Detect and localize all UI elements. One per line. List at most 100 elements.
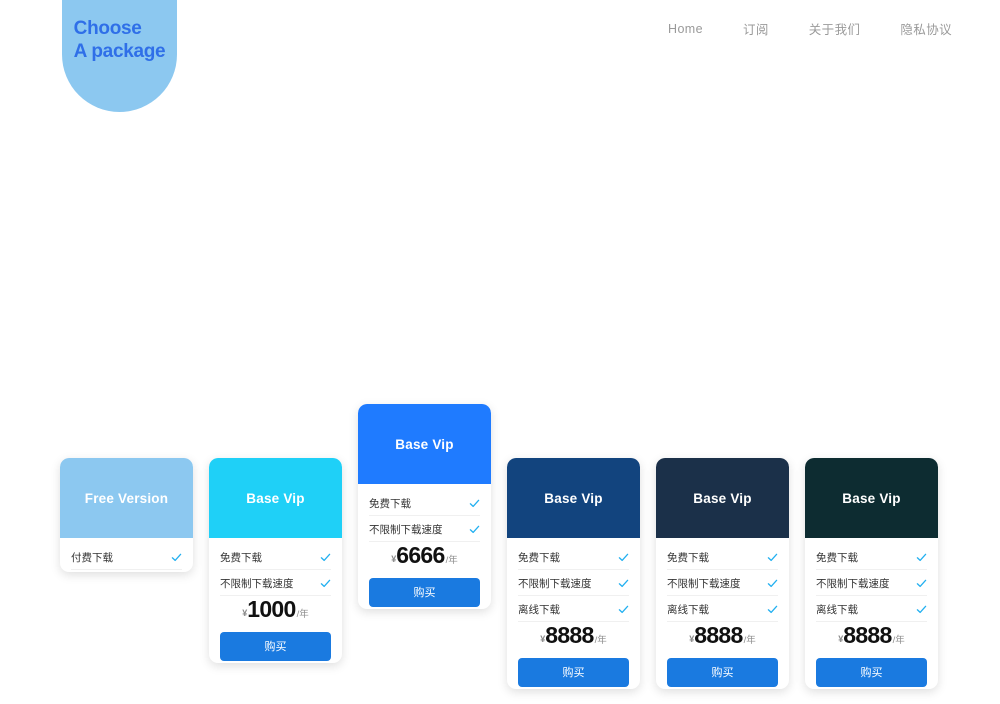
feature-label: 离线下载 — [667, 603, 709, 616]
price-block: ¥8888/年 购买 — [518, 622, 629, 689]
check-icon — [916, 604, 927, 615]
feature-row: 不限制下载速度 — [816, 570, 927, 596]
price-line: ¥1000/年 — [220, 596, 331, 623]
card-body: 免费下载 不限制下载速度 离线下载 ¥8888/年 购买 — [507, 538, 640, 689]
price-period: /年 — [892, 635, 905, 646]
buy-button[interactable]: 购买 — [220, 632, 331, 661]
feature-row: 不限制下载速度 — [369, 516, 480, 542]
price-line: ¥8888/年 — [518, 622, 629, 649]
pricing-card[interactable]: Free Version 付费下载 — [60, 458, 193, 572]
feature-list: 免费下载不限制下载速度 离线下载 — [816, 544, 927, 622]
check-icon — [916, 552, 927, 563]
price-line: ¥6666/年 — [369, 542, 480, 569]
logo-badge[interactable]: Choose A package — [62, 0, 177, 112]
feature-label: 免费下载 — [220, 551, 262, 564]
check-icon — [618, 552, 629, 563]
feature-row: 付费下载 — [71, 544, 182, 570]
pricing-card[interactable]: Base Vip 免费下载 不限制下载速度 ¥6666/年 购买 — [358, 404, 491, 609]
price-amount: 8888 — [694, 622, 743, 648]
feature-label: 免费下载 — [667, 551, 709, 564]
nav-item-about[interactable]: 关于我们 — [809, 19, 861, 38]
feature-row: 离线下载 — [816, 596, 927, 622]
card-body: 付费下载 — [60, 538, 193, 572]
nav-item-privacy[interactable]: 隐私协议 — [900, 19, 952, 38]
card-body: 免费下载 不限制下载速度 离线下载 ¥8888/年 购买 — [656, 538, 789, 689]
feature-label: 免费下载 — [518, 551, 560, 564]
card-header: Base Vip — [507, 458, 640, 538]
feature-label: 离线下载 — [518, 603, 560, 616]
buy-button[interactable]: 购买 — [369, 578, 480, 607]
card-header: Base Vip — [209, 458, 342, 538]
currency-symbol: ¥ — [689, 634, 695, 644]
buy-button[interactable]: 购买 — [816, 658, 927, 687]
feature-label: 不限制下载速度 — [220, 577, 294, 590]
card-title: Base Vip — [544, 490, 603, 506]
card-title: Base Vip — [842, 490, 901, 506]
feature-list: 免费下载不限制下载速度 — [369, 490, 480, 542]
price-period: /年 — [743, 635, 756, 646]
check-icon — [767, 604, 778, 615]
buy-button[interactable]: 购买 — [667, 658, 778, 687]
feature-label: 付费下载 — [71, 551, 113, 564]
pricing-card[interactable]: Base Vip 免费下载 不限制下载速度 离线下载 ¥8888/年 购买 — [507, 458, 640, 689]
check-icon — [171, 552, 182, 563]
card-title: Base Vip — [693, 490, 752, 506]
price-line: ¥8888/年 — [667, 622, 778, 649]
card-body: 免费下载 不限制下载速度 离线下载 ¥8888/年 购买 — [805, 538, 938, 689]
check-icon — [469, 498, 480, 509]
price-amount: 8888 — [843, 622, 892, 648]
card-body: 免费下载 不限制下载速度 ¥6666/年 购买 — [358, 484, 491, 609]
price-block: ¥6666/年 购买 — [369, 542, 480, 609]
card-header: Free Version — [60, 458, 193, 538]
currency-symbol: ¥ — [242, 608, 248, 618]
card-body: 免费下载 不限制下载速度 ¥1000/年 购买 — [209, 538, 342, 663]
pricing-card[interactable]: Base Vip 免费下载 不限制下载速度 离线下载 ¥8888/年 购买 — [805, 458, 938, 689]
feature-row: 不限制下载速度 — [220, 570, 331, 596]
nav-item-subscribe[interactable]: 订阅 — [743, 19, 769, 38]
feature-label: 离线下载 — [816, 603, 858, 616]
card-header: Base Vip — [656, 458, 789, 538]
feature-row: 不限制下载速度 — [667, 570, 778, 596]
site-header: Choose A package Home 订阅 关于我们 隐私协议 — [0, 0, 1000, 115]
check-icon — [618, 578, 629, 589]
price-amount: 6666 — [396, 542, 445, 568]
check-icon — [320, 578, 331, 589]
price-block: ¥8888/年 购买 — [667, 622, 778, 689]
pricing-card[interactable]: Base Vip 免费下载 不限制下载速度 ¥1000/年 购买 — [209, 458, 342, 663]
check-icon — [320, 552, 331, 563]
feature-label: 不限制下载速度 — [816, 577, 890, 590]
check-icon — [469, 524, 480, 535]
feature-label: 免费下载 — [816, 551, 858, 564]
pricing-card[interactable]: Base Vip 免费下载 不限制下载速度 离线下载 ¥8888/年 购买 — [656, 458, 789, 689]
price-period: /年 — [445, 555, 458, 566]
currency-symbol: ¥ — [540, 634, 546, 644]
nav-item-home[interactable]: Home — [668, 22, 703, 36]
price-block: ¥8888/年购买 — [816, 622, 927, 689]
feature-list: 免费下载不限制下载速度 离线下载 — [667, 544, 778, 622]
feature-label: 不限制下载速度 — [667, 577, 741, 590]
feature-label: 不限制下载速度 — [369, 523, 443, 536]
pricing-card-row: Free Version 付费下载 Base Vip 免费下载 不限制下载速度 ¥1000… — [60, 404, 1000, 704]
check-icon — [618, 604, 629, 615]
price-period: /年 — [594, 635, 607, 646]
feature-row: 免费下载 — [816, 544, 927, 570]
price-block: ¥1000/年 购买 — [220, 596, 331, 663]
feature-list: 免费下载不限制下载速度 — [220, 544, 331, 596]
feature-row: 离线下载 — [518, 596, 629, 622]
feature-label: 不限制下载速度 — [518, 577, 592, 590]
price-block — [71, 570, 182, 572]
buy-button[interactable]: 购买 — [518, 658, 629, 687]
feature-list: 免费下载不限制下载速度 离线下载 — [518, 544, 629, 622]
check-icon — [767, 578, 778, 589]
feature-row: 免费下载 — [667, 544, 778, 570]
feature-row: 免费下载 — [518, 544, 629, 570]
card-title: Base Vip — [395, 436, 454, 452]
feature-list: 付费下载 — [71, 544, 182, 570]
card-title: Base Vip — [246, 490, 305, 506]
price-amount: 8888 — [545, 622, 594, 648]
price-period: /年 — [296, 609, 309, 620]
feature-row: 免费下载 — [220, 544, 331, 570]
currency-symbol: ¥ — [838, 634, 844, 644]
card-header: Base Vip — [805, 458, 938, 538]
feature-label: 免费下载 — [369, 497, 411, 510]
